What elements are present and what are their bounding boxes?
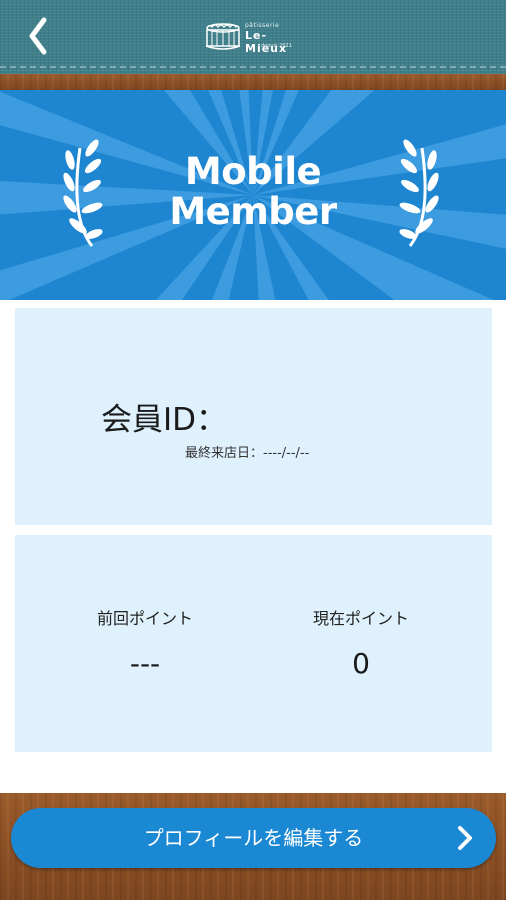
logo-sub-text: depuis 2021 [261,43,292,49]
chevron-right-icon [458,826,472,850]
member-content: 会員ID： 最終来店日：----/--/-- 前回ポイント --- 現在ポイント… [0,300,506,793]
mobile-member-banner: Mobile Member [0,90,506,300]
back-button[interactable] [22,14,62,58]
last-visit-label: 最終来店日： [185,446,264,461]
wood-strip-top [0,74,506,90]
header-stitch [0,66,506,68]
previous-points: 前回ポイント --- [45,605,245,680]
banner-title-line2: Member [169,190,337,233]
last-visit-value: ----/--/-- [263,446,310,461]
current-points: 現在ポイント 0 [261,605,461,680]
edit-profile-button-label: プロフィールを編集する [143,826,364,850]
logo-name: Le-Mieux [245,29,288,55]
banner-title: Mobile Member [0,152,506,232]
app-header: pâtisserie Le-Mieux depuis 2021 [0,0,506,74]
brand-logo: pâtisserie Le-Mieux depuis 2021 [203,20,308,55]
current-points-label: 現在ポイント [312,609,409,628]
logo-small-text: pâtisserie [245,22,280,29]
member-id-label: 会員ID： [101,402,228,438]
points-card: 前回ポイント --- 現在ポイント 0 [15,535,492,752]
current-points-value: 0 [352,647,370,680]
previous-points-label: 前回ポイント [96,609,193,628]
cake-icon [205,23,241,50]
member-id-card: 会員ID： 最終来店日：----/--/-- [15,308,492,525]
edit-profile-button[interactable]: プロフィールを編集する [11,808,496,868]
banner-title-line1: Mobile [184,150,322,193]
last-visit-row: 最終来店日：----/--/-- [185,442,309,461]
previous-points-value: --- [129,647,161,680]
chevron-left-icon [29,17,47,55]
